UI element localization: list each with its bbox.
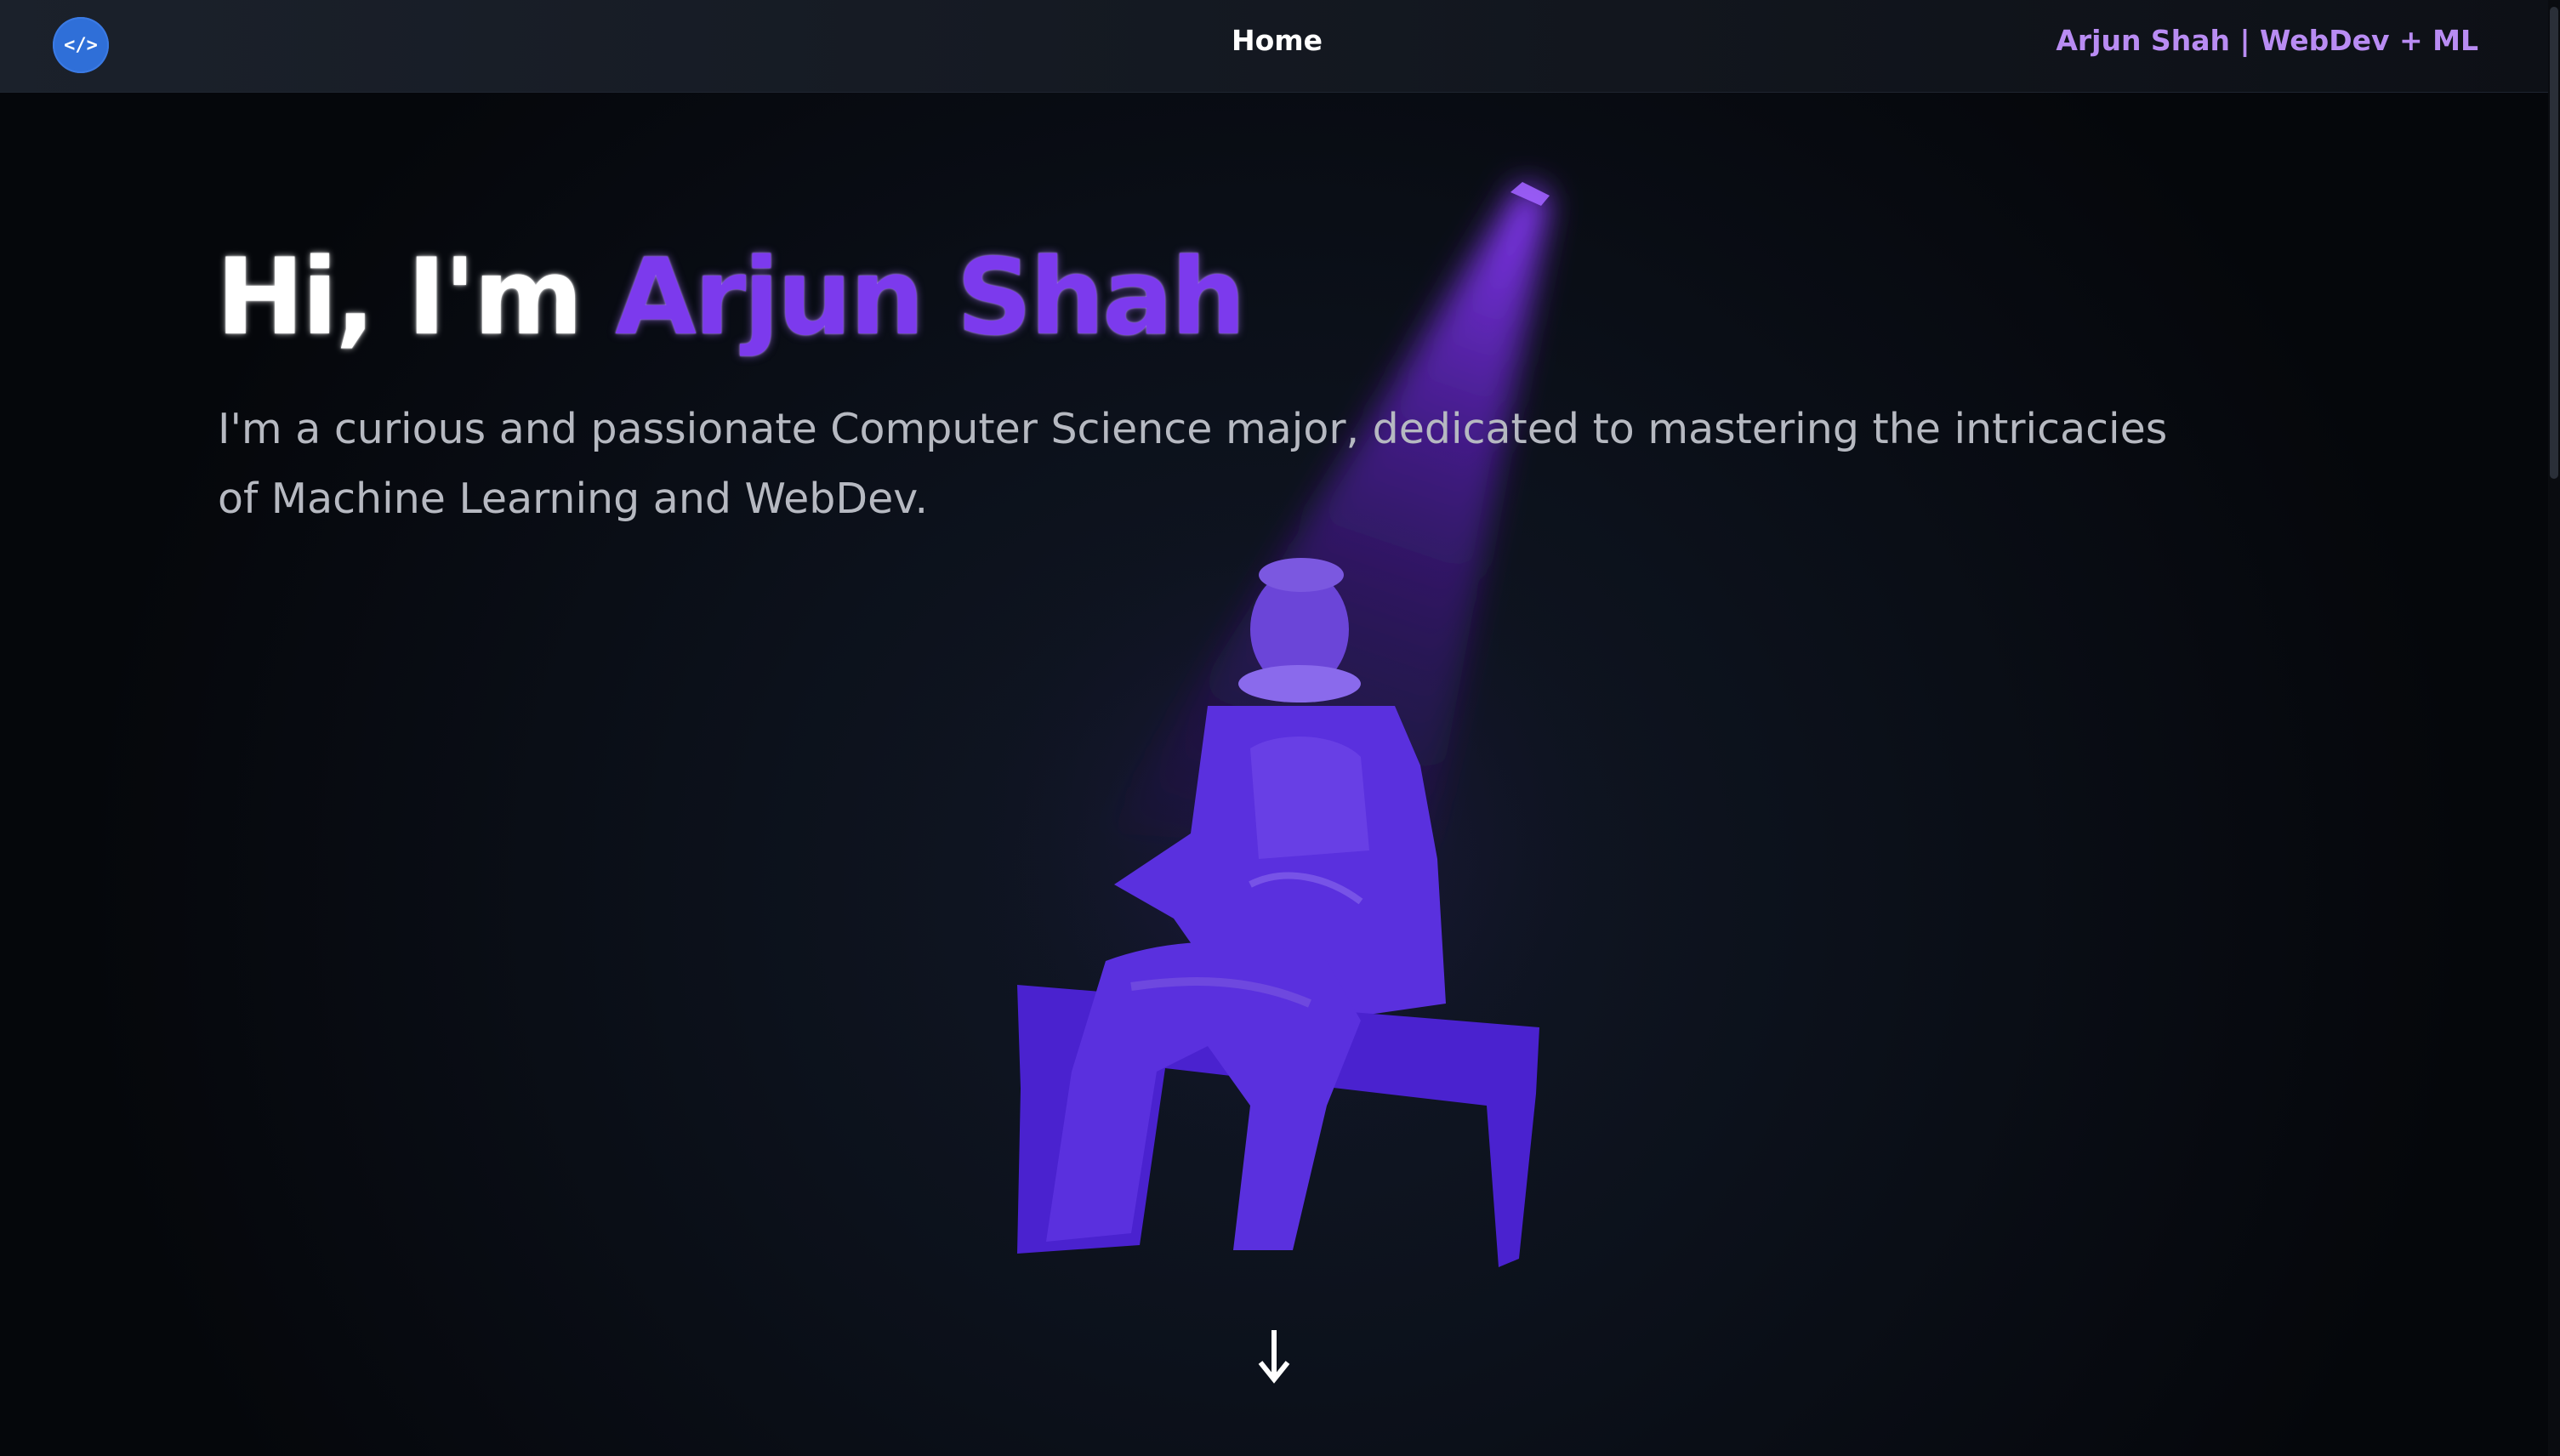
page: </> Home Arjun Shah | WebDev + ML Hi, I'…	[0, 0, 2560, 1456]
statue	[1017, 558, 1539, 1267]
hero-scene	[936, 182, 1650, 1267]
arrow-down-icon[interactable]	[1254, 1327, 1294, 1386]
logo-code-icon[interactable]: </>	[53, 17, 109, 73]
hero-greeting: Hi, I'm	[216, 236, 616, 359]
scrollbar[interactable]	[2548, 0, 2560, 1456]
hero-title: Hi, I'm Arjun Shah	[216, 230, 1246, 366]
brand-title: Arjun Shah | WebDev + ML	[2056, 24, 2478, 57]
logo-text: </>	[64, 34, 98, 56]
scrollbar-thumb[interactable]	[2550, 7, 2558, 479]
hero-name: Arjun Shah	[615, 236, 1246, 359]
navbar: </> Home Arjun Shah | WebDev + ML	[0, 0, 2560, 93]
spotlight-glow	[936, 476, 1650, 1191]
nav-link-home[interactable]: Home	[1232, 24, 1323, 57]
hero-description: I'm a curious and passionate Computer Sc…	[218, 405, 2168, 523]
